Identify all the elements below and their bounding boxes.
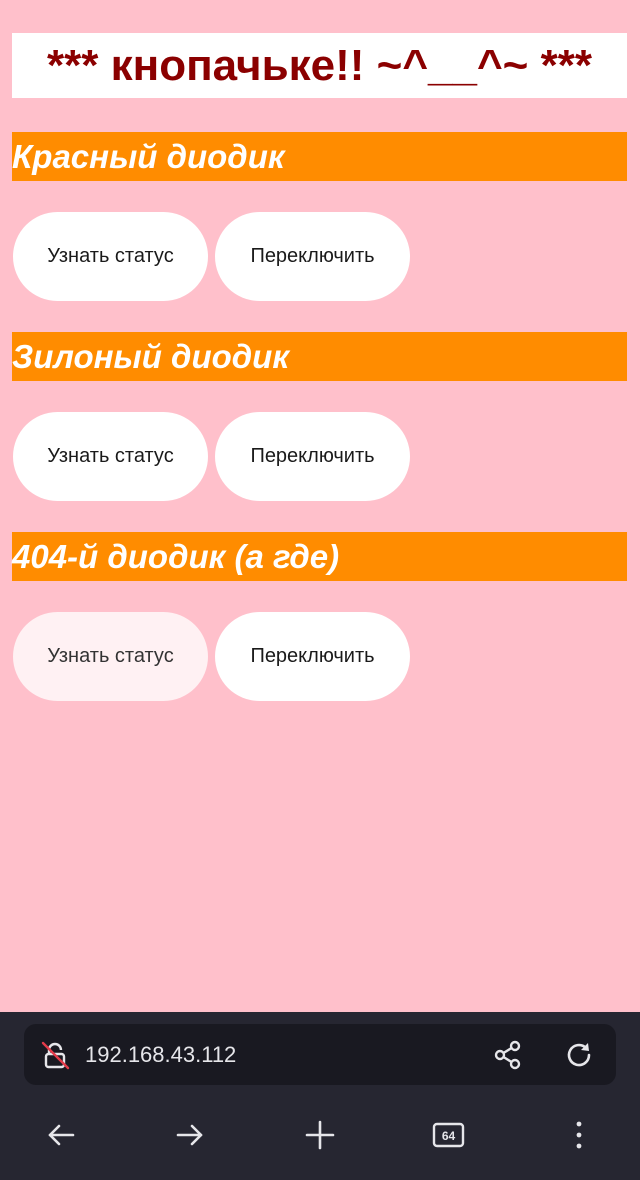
insecure-lock-icon[interactable] (38, 1038, 72, 1072)
more-vertical-icon[interactable] (560, 1116, 598, 1154)
red-status-button[interactable]: Узнать статус (13, 212, 208, 301)
section-heading-404: 404-й диодик (а где) (12, 532, 627, 581)
section-heading-text: Зилоный диодик (12, 338, 290, 375)
url-text: 192.168.43.112 (85, 1042, 237, 1067)
section-heading-text: Красный диодик (12, 138, 285, 175)
browser-toolbar: 192.168.43.112 64 (0, 1012, 640, 1180)
section-heading-text: 404-й диодик (а где) (12, 538, 340, 575)
section-heading-green: Зилоный диодик (12, 332, 627, 381)
back-arrow-icon[interactable] (42, 1116, 80, 1154)
tabs-count-text: 64 (442, 1129, 456, 1143)
plus-icon[interactable] (301, 1116, 339, 1154)
reload-icon[interactable] (561, 1037, 597, 1073)
404-toggle-button[interactable]: Переключить (215, 612, 410, 701)
tabs-count-icon[interactable]: 64 (430, 1116, 468, 1154)
share-icon[interactable] (490, 1037, 526, 1073)
section-heading-red: Красный диодик (12, 132, 627, 181)
red-toggle-button[interactable]: Переключить (215, 212, 410, 301)
green-toggle-button[interactable]: Переключить (215, 412, 410, 501)
green-status-button[interactable]: Узнать статус (13, 412, 208, 501)
page-title: *** кнопачьке!! ~^__^~ *** (47, 40, 592, 90)
forward-arrow-icon[interactable] (171, 1116, 209, 1154)
web-page: *** кнопачьке!! ~^__^~ *** Красный диоди… (0, 0, 640, 1012)
address-bar[interactable]: 192.168.43.112 (24, 1024, 616, 1085)
page-title-box: *** кнопачьке!! ~^__^~ *** (12, 33, 627, 98)
404-status-button[interactable]: Узнать статус (13, 612, 208, 701)
